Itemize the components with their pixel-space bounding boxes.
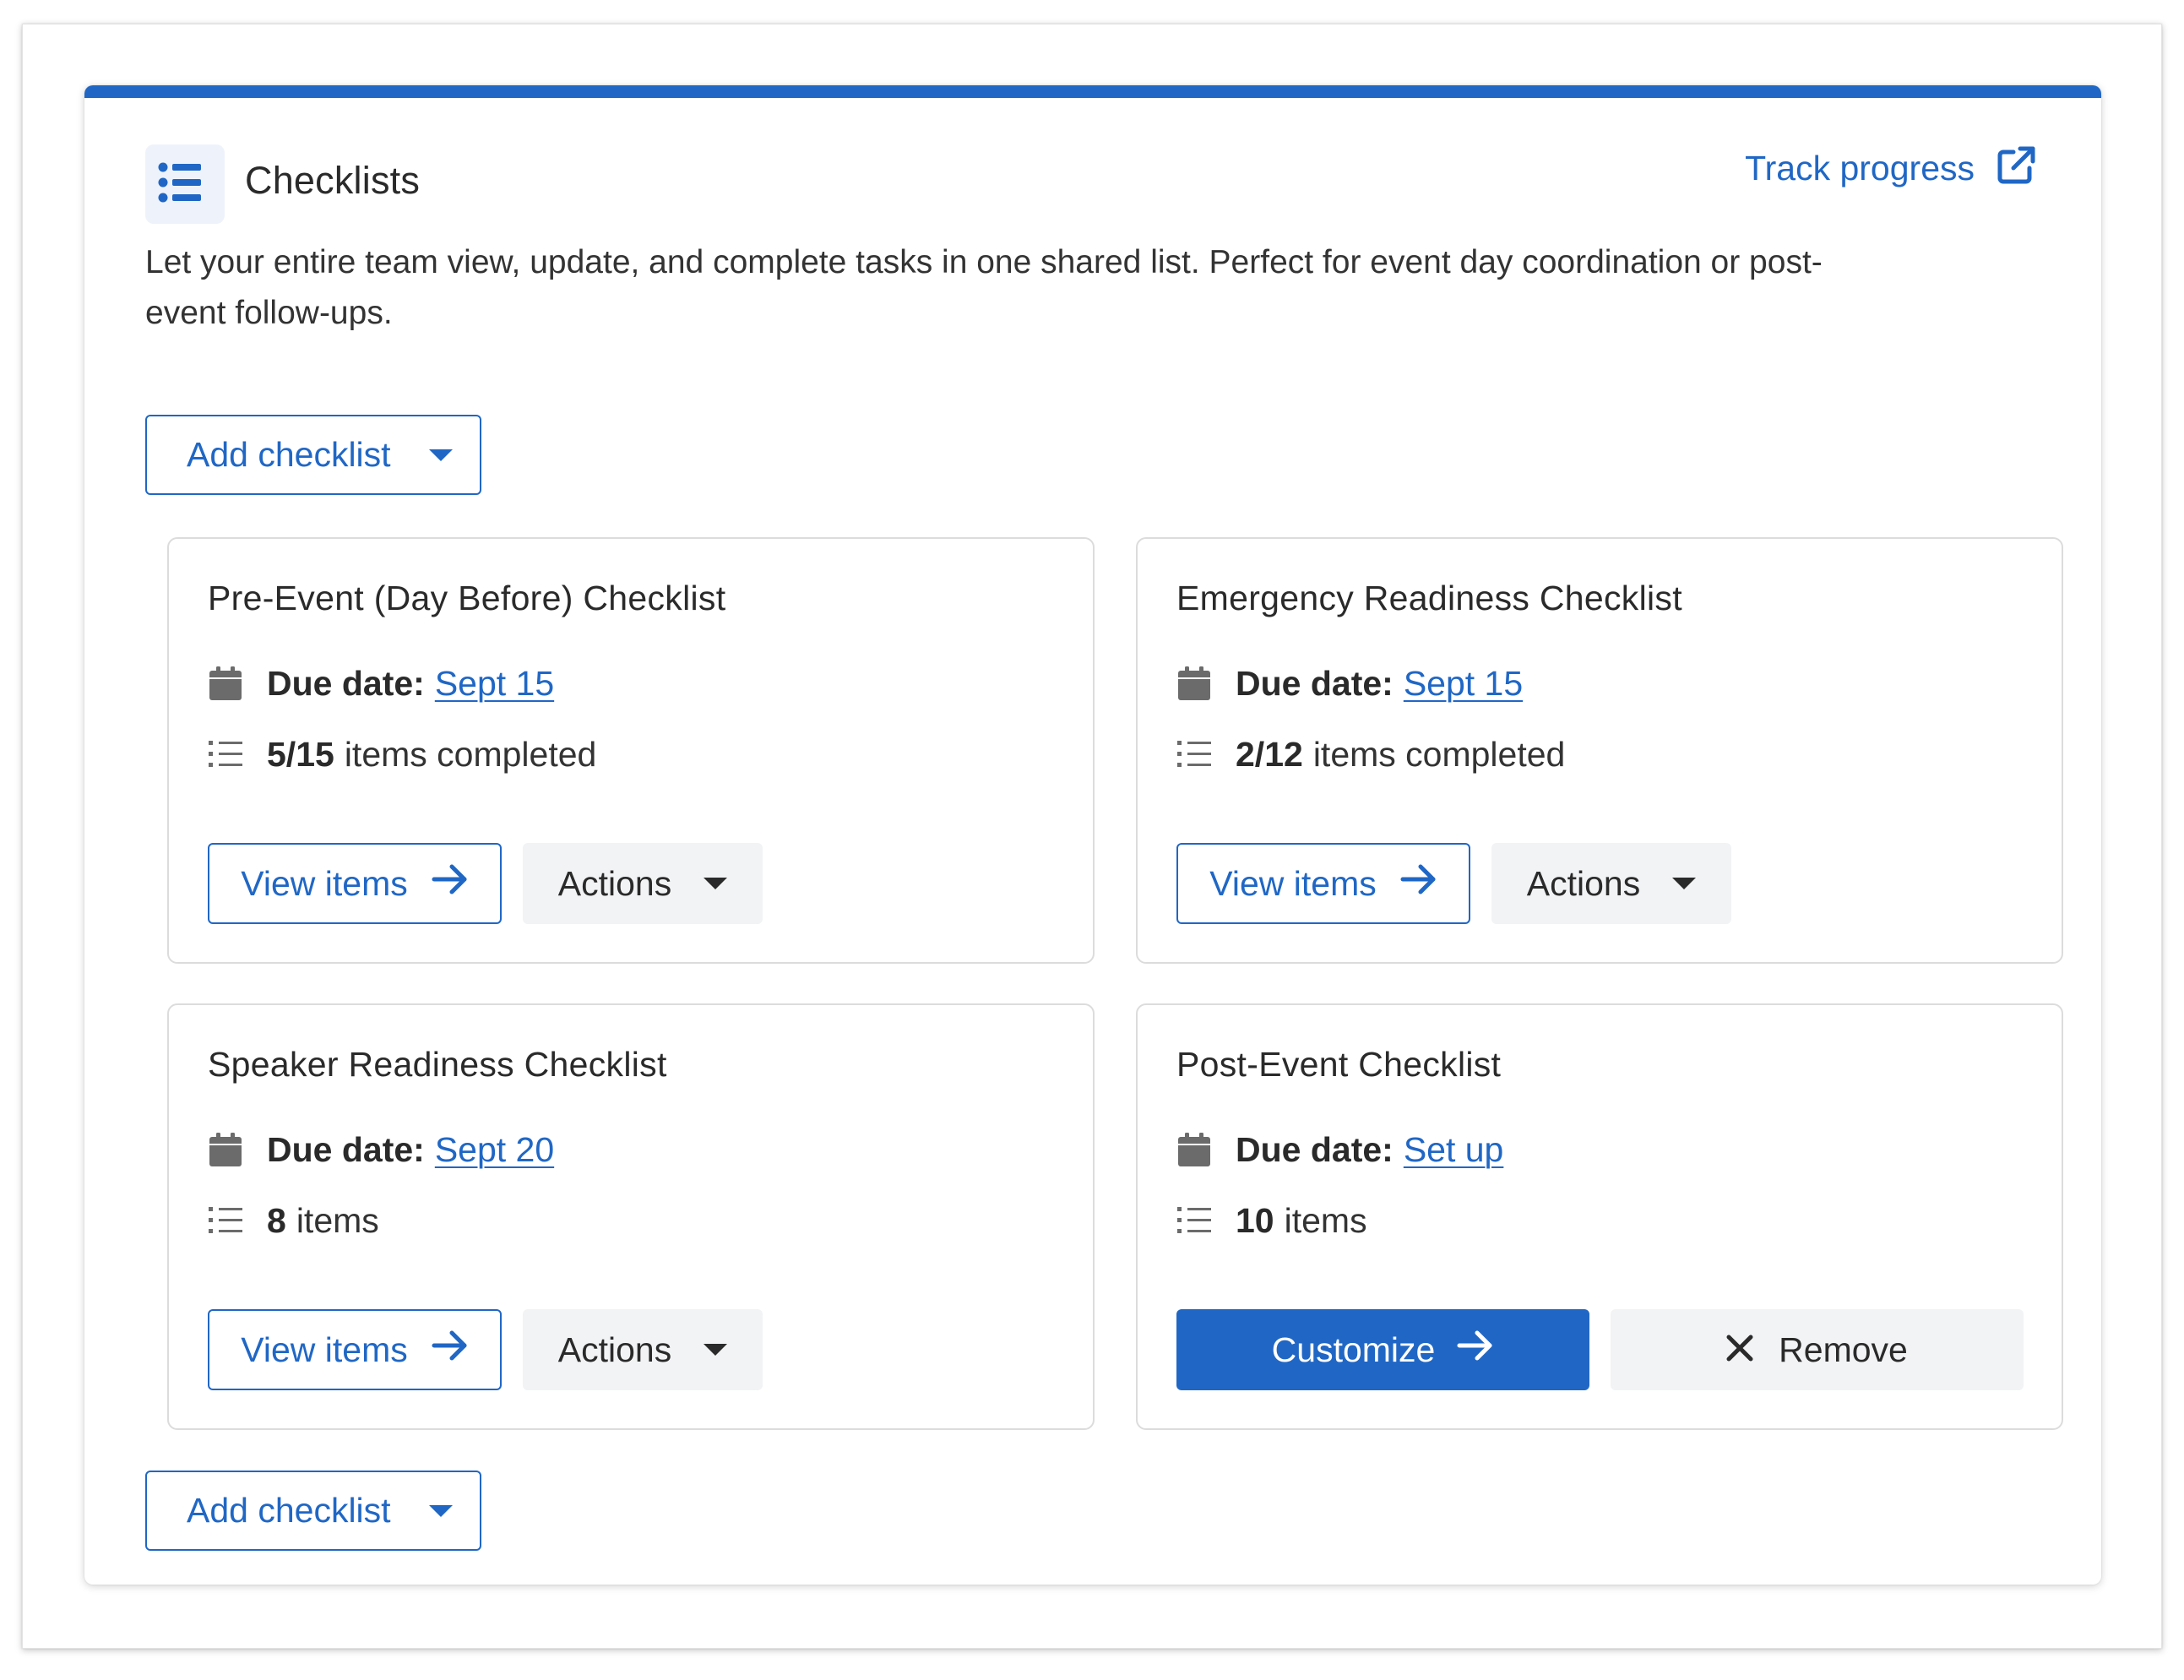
calendar-icon xyxy=(1176,666,1212,701)
panel-description: Let your entire team view, update, and c… xyxy=(145,244,1823,331)
item-count-value: 2/12 xyxy=(1236,734,1303,774)
checklist-card: Speaker Readiness Checklist Due date: Se… xyxy=(167,1003,1095,1430)
actions-dropdown[interactable]: Actions xyxy=(523,1309,763,1390)
caret-down-icon xyxy=(704,878,728,889)
arrow-right-icon xyxy=(1457,1329,1494,1370)
external-link-icon xyxy=(1995,144,2037,193)
list-icon xyxy=(1176,737,1212,772)
view-items-label: View items xyxy=(241,1329,408,1369)
actions-dropdown[interactable]: Actions xyxy=(1491,843,1731,924)
actions-label: Actions xyxy=(557,1329,672,1369)
actions-label: Actions xyxy=(1526,863,1641,903)
remove-label: Remove xyxy=(1779,1329,1908,1369)
item-count-value: 5/15 xyxy=(267,734,334,774)
view-items-button[interactable]: View items xyxy=(208,843,502,924)
view-items-label: View items xyxy=(1209,863,1377,903)
due-date-link[interactable]: Sept 15 xyxy=(435,666,554,701)
outer-frame: Checklists Track progress Let your entir… xyxy=(22,24,2162,1649)
card-title: Post-Event Checklist xyxy=(1176,1045,1502,1084)
due-date-label: Due date: xyxy=(267,1129,425,1169)
item-count-value: 10 xyxy=(1236,1200,1274,1240)
add-checklist-button[interactable]: Add checklist xyxy=(145,415,481,495)
arrow-right-icon xyxy=(432,1329,469,1370)
item-count-text: items completed xyxy=(1312,734,1566,774)
card-actions: View items Actions xyxy=(208,843,763,924)
list-icon xyxy=(208,1203,243,1238)
track-progress-link[interactable]: Track progress xyxy=(1745,144,2037,193)
item-count-text: items xyxy=(1284,1200,1367,1240)
due-date-setup-link[interactable]: Set up xyxy=(1404,1132,1504,1167)
view-items-button[interactable]: View items xyxy=(208,1309,502,1390)
close-icon xyxy=(1726,1330,1753,1370)
due-date-link[interactable]: Sept 20 xyxy=(435,1132,554,1167)
add-checklist-button-bottom[interactable]: Add checklist xyxy=(145,1471,481,1551)
list-icon xyxy=(208,737,243,772)
add-checklist-label: Add checklist xyxy=(187,435,391,474)
panel-accent-bar xyxy=(84,85,2101,98)
checklist-card: Post-Event Checklist Due date: Set up 10… xyxy=(1136,1003,2063,1430)
caret-down-icon xyxy=(704,1344,728,1356)
view-items-button[interactable]: View items xyxy=(1176,843,1470,924)
due-date-label: Due date: xyxy=(267,663,425,703)
due-date-link[interactable]: Sept 15 xyxy=(1404,666,1523,701)
add-checklist-label: Add checklist xyxy=(187,1491,391,1530)
checklists-panel: Checklists Track progress Let your entir… xyxy=(84,85,2101,1585)
caret-down-icon xyxy=(429,449,453,461)
track-progress-label: Track progress xyxy=(1745,149,1975,188)
calendar-icon xyxy=(208,1132,243,1167)
due-date-row: Due date: Sept 15 xyxy=(1176,666,1523,701)
header-icon-box xyxy=(145,144,225,224)
arrow-right-icon xyxy=(1400,863,1437,904)
item-count-row: 8 items xyxy=(208,1203,379,1238)
due-date-label: Due date: xyxy=(1236,663,1394,703)
page-title: Checklists xyxy=(245,159,421,202)
card-title: Speaker Readiness Checklist xyxy=(208,1045,667,1084)
card-actions: Customize Remove xyxy=(1176,1309,2024,1390)
due-date-row: Due date: Sept 20 xyxy=(208,1132,554,1167)
calendar-icon xyxy=(1176,1132,1212,1167)
card-title: Pre-Event (Day Before) Checklist xyxy=(208,579,726,617)
due-date-label: Due date: xyxy=(1236,1129,1394,1169)
view-items-label: View items xyxy=(241,863,408,903)
list-icon xyxy=(1176,1203,1212,1238)
actions-dropdown[interactable]: Actions xyxy=(523,843,763,924)
item-count-value: 8 xyxy=(267,1200,286,1240)
checklist-card: Emergency Readiness Checklist Due date: … xyxy=(1136,537,2063,964)
item-count-text: items xyxy=(296,1200,379,1240)
card-actions: View items Actions xyxy=(208,1309,763,1390)
remove-button[interactable]: Remove xyxy=(1611,1309,2024,1390)
caret-down-icon xyxy=(429,1504,453,1517)
customize-button[interactable]: Customize xyxy=(1176,1309,1589,1390)
due-date-row: Due date: Set up xyxy=(1176,1132,1503,1167)
item-count-text: items completed xyxy=(344,734,597,774)
checklist-card: Pre-Event (Day Before) Checklist Due dat… xyxy=(167,537,1095,964)
caret-down-icon xyxy=(1672,878,1697,889)
item-count-row: 10 items xyxy=(1176,1203,1367,1238)
actions-label: Actions xyxy=(557,863,672,903)
calendar-icon xyxy=(208,666,243,701)
arrow-right-icon xyxy=(432,863,469,904)
customize-label: Customize xyxy=(1271,1329,1436,1369)
item-count-row: 2/12 items completed xyxy=(1176,737,1565,772)
card-title: Emergency Readiness Checklist xyxy=(1176,579,1682,617)
card-actions: View items Actions xyxy=(1176,843,1731,924)
item-count-row: 5/15 items completed xyxy=(208,737,596,772)
due-date-row: Due date: Sept 15 xyxy=(208,666,554,701)
